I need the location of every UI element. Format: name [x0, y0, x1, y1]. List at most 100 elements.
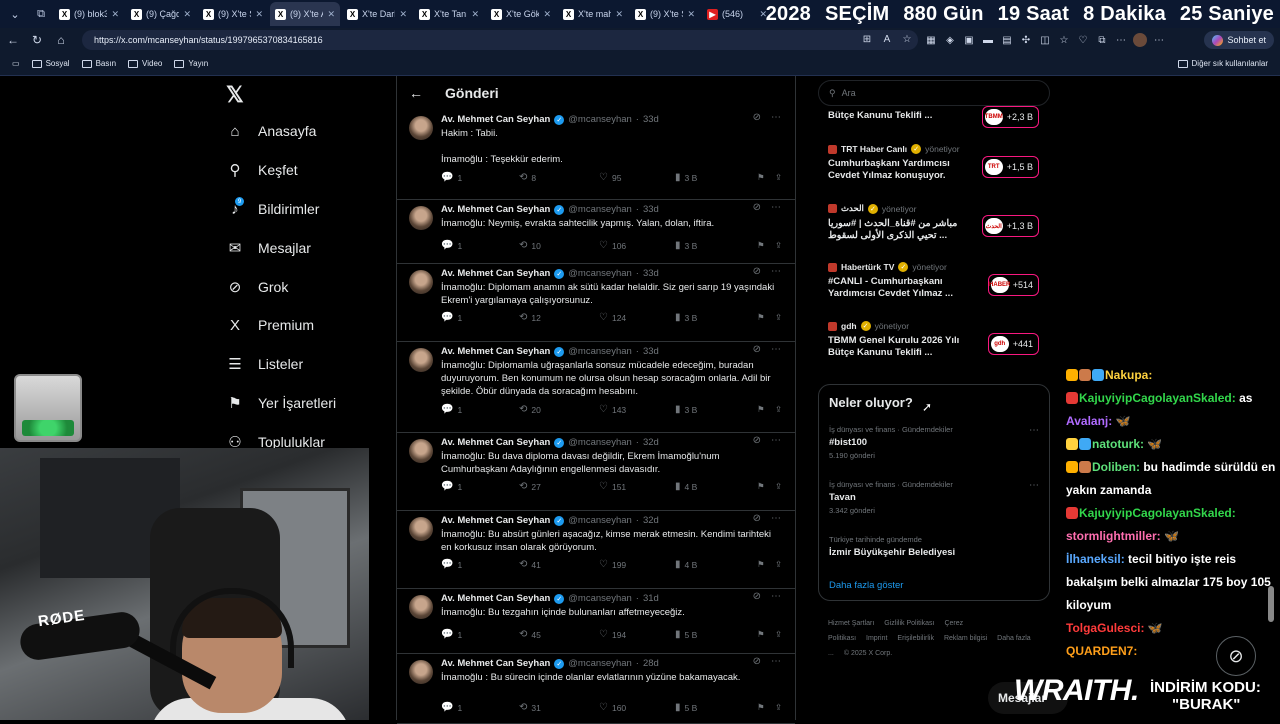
- reply-button[interactable]: 💬 1: [441, 629, 519, 640]
- author-handle[interactable]: @mcanseyhan: [568, 346, 632, 357]
- nav-item-grok[interactable]: ⊘ Grok: [226, 272, 289, 302]
- browser-tab[interactable]: X X'te Darkl ✕: [342, 2, 412, 26]
- grok-icon[interactable]: ⊘: [753, 656, 761, 667]
- x-logo-icon[interactable]: 𝕏: [226, 82, 244, 108]
- nav-item-home[interactable]: ⌂ Anasayfa: [226, 116, 316, 146]
- split-screen-icon[interactable]: ◫: [1038, 33, 1052, 47]
- reply-button[interactable]: 💬 1: [441, 312, 519, 323]
- live-listener-badge[interactable]: gdh +441: [987, 333, 1039, 355]
- bookmark-folder[interactable]: Sosyal: [31, 59, 70, 68]
- live-broadcast-item[interactable]: الحدث ✓ yönetiyor مباشر من #قناة_الحدث | #س…: [828, 203, 1043, 242]
- live-broadcast-item[interactable]: Bütçe Kanunu Teklifi ... TBMM +2,3 B: [828, 106, 1043, 128]
- reload-icon[interactable]: ↻: [26, 29, 48, 51]
- nav-item-x-premium[interactable]: X Premium: [226, 310, 314, 340]
- nav-item-bell[interactable]: ♪ 9 Bildirimler: [226, 194, 319, 224]
- url-text[interactable]: https://x.com/mcanseyhan/status/19979653…: [94, 35, 323, 45]
- author-name[interactable]: Av. Mehmet Can Seyhan: [441, 268, 550, 279]
- browser-tab[interactable]: ▶ (546) ✕: [702, 2, 772, 26]
- avatar[interactable]: [409, 595, 433, 619]
- views-button[interactable]: ▮ 5 B: [675, 629, 757, 640]
- search-placeholder[interactable]: Ara: [842, 88, 856, 98]
- browser-tab[interactable]: X (9) Çağda✕: [126, 2, 196, 26]
- bookmark-icon[interactable]: ⚑: [757, 404, 775, 415]
- footer-link[interactable]: Reklam bilgisi: [944, 635, 987, 642]
- more-icon[interactable]: ⋯: [771, 344, 781, 355]
- avatar[interactable]: [409, 206, 433, 230]
- author-name[interactable]: Av. Mehmet Can Seyhan: [441, 515, 550, 526]
- share-icon[interactable]: ⇪: [775, 172, 782, 183]
- bookmark-icon[interactable]: ⚑: [757, 312, 775, 323]
- grok-icon[interactable]: ⊘: [753, 513, 761, 524]
- bookmark-icon[interactable]: ⚑: [757, 559, 775, 570]
- views-button[interactable]: ▮ 4 B: [675, 481, 757, 492]
- tab-close-icon[interactable]: ✕: [615, 9, 623, 20]
- grok-icon[interactable]: ⊘: [753, 344, 761, 355]
- browser-tab[interactable]: X X'te Tanık ✕: [414, 2, 484, 26]
- grok-icon[interactable]: ⊘: [753, 591, 761, 602]
- tweet-time[interactable]: 31d: [643, 593, 659, 604]
- grok-floating-button[interactable]: ⊘: [1216, 636, 1256, 676]
- tab-close-icon[interactable]: ✕: [543, 9, 551, 20]
- retweet-button[interactable]: ⟲ 27: [519, 481, 599, 492]
- share-icon[interactable]: ⇪: [775, 559, 782, 570]
- views-button[interactable]: ▮ 5 B: [675, 702, 757, 713]
- tab-close-icon[interactable]: ✕: [327, 9, 335, 20]
- extension-5-icon[interactable]: ▤: [1000, 33, 1014, 47]
- bookmark-icon[interactable]: ⚑: [757, 481, 775, 492]
- reply-button[interactable]: 💬 1: [441, 702, 519, 713]
- tab-menu-chevron-icon[interactable]: ⌄: [4, 3, 26, 25]
- trend-item[interactable]: İş dünyası ve finans · Gündemdekiler Tava…: [829, 480, 1041, 515]
- reply-button[interactable]: 💬 1: [441, 404, 519, 415]
- scrollbar-thumb[interactable]: [1268, 586, 1274, 622]
- retweet-button[interactable]: ⟲ 45: [519, 629, 599, 640]
- author-name[interactable]: Av. Mehmet Can Seyhan: [441, 437, 550, 448]
- more-icon[interactable]: ⋯: [771, 656, 781, 667]
- extension-1-icon[interactable]: ▦: [924, 33, 938, 47]
- tweet-time[interactable]: 32d: [643, 515, 659, 526]
- show-more-link[interactable]: Daha fazla göster: [829, 580, 903, 591]
- retweet-button[interactable]: ⟲ 41: [519, 559, 599, 570]
- like-button[interactable]: ♡ 124: [599, 312, 675, 323]
- read-aloud-icon[interactable]: A: [880, 32, 894, 46]
- nav-item-list[interactable]: ☰ Listeler: [226, 349, 303, 379]
- bookmark-folder[interactable]: Video: [128, 59, 162, 68]
- share-icon[interactable]: ⇪: [775, 312, 782, 323]
- author-handle[interactable]: @mcanseyhan: [568, 593, 632, 604]
- puzzle-icon[interactable]: ✣: [1019, 33, 1033, 47]
- trend-item[interactable]: Türkiye tarihinde gündemde İzmir Büyükşeh…: [829, 535, 1041, 558]
- tweet-time[interactable]: 32d: [643, 437, 659, 448]
- avatar[interactable]: [409, 517, 433, 541]
- extension-2-icon[interactable]: ◈: [943, 33, 957, 47]
- avatar[interactable]: [409, 660, 433, 684]
- trend-item[interactable]: İş dünyası ve finans · Gündemdekiler #bis…: [829, 425, 1041, 460]
- footer-link[interactable]: Gizlilik Politikası: [884, 620, 934, 627]
- avatar[interactable]: [409, 270, 433, 294]
- footer-link[interactable]: © 2025 X Corp.: [844, 650, 892, 657]
- browser-tab[interactable]: X (9) X'te Sı ✕: [198, 2, 268, 26]
- retweet-button[interactable]: ⟲ 8: [519, 172, 599, 183]
- bookmark-icon[interactable]: ⚑: [757, 629, 775, 640]
- collections-icon[interactable]: ⧉: [1095, 33, 1109, 47]
- browser-tab[interactable]: X (9) X'te Sı ✕: [630, 2, 700, 26]
- retweet-button[interactable]: ⟲ 10: [519, 240, 599, 251]
- views-button[interactable]: ▮ 3 B: [675, 240, 757, 251]
- author-handle[interactable]: @mcanseyhan: [568, 658, 632, 669]
- like-button[interactable]: ♡ 194: [599, 629, 675, 640]
- live-broadcast-item[interactable]: Habertürk TV ✓ yönetiyor #CANLI - Cumhurbaş…: [828, 262, 1043, 300]
- browser-tab[interactable]: X (9) blok3 ✕: [54, 2, 124, 26]
- more-icon[interactable]: ⋯: [771, 266, 781, 277]
- tweet-time[interactable]: 33d: [643, 268, 659, 279]
- author-name[interactable]: Av. Mehmet Can Seyhan: [441, 346, 550, 357]
- live-listener-badge[interactable]: HABER +514: [987, 274, 1039, 296]
- avatar[interactable]: [409, 116, 433, 140]
- grok-icon[interactable]: ⊘: [753, 266, 761, 277]
- retweet-button[interactable]: ⟲ 31: [519, 702, 599, 713]
- nav-item-bookmark[interactable]: ⚑ Yer İşaretleri: [226, 388, 336, 418]
- tweet-time[interactable]: 28d: [643, 658, 659, 669]
- live-listener-badge[interactable]: TRT +1,5 B: [981, 156, 1039, 178]
- author-handle[interactable]: @mcanseyhan: [568, 437, 632, 448]
- author-handle[interactable]: @mcanseyhan: [568, 515, 632, 526]
- like-button[interactable]: ♡ 160: [599, 702, 675, 713]
- author-name[interactable]: Av. Mehmet Can Seyhan: [441, 593, 550, 604]
- more-icon[interactable]: ⋯: [771, 202, 781, 213]
